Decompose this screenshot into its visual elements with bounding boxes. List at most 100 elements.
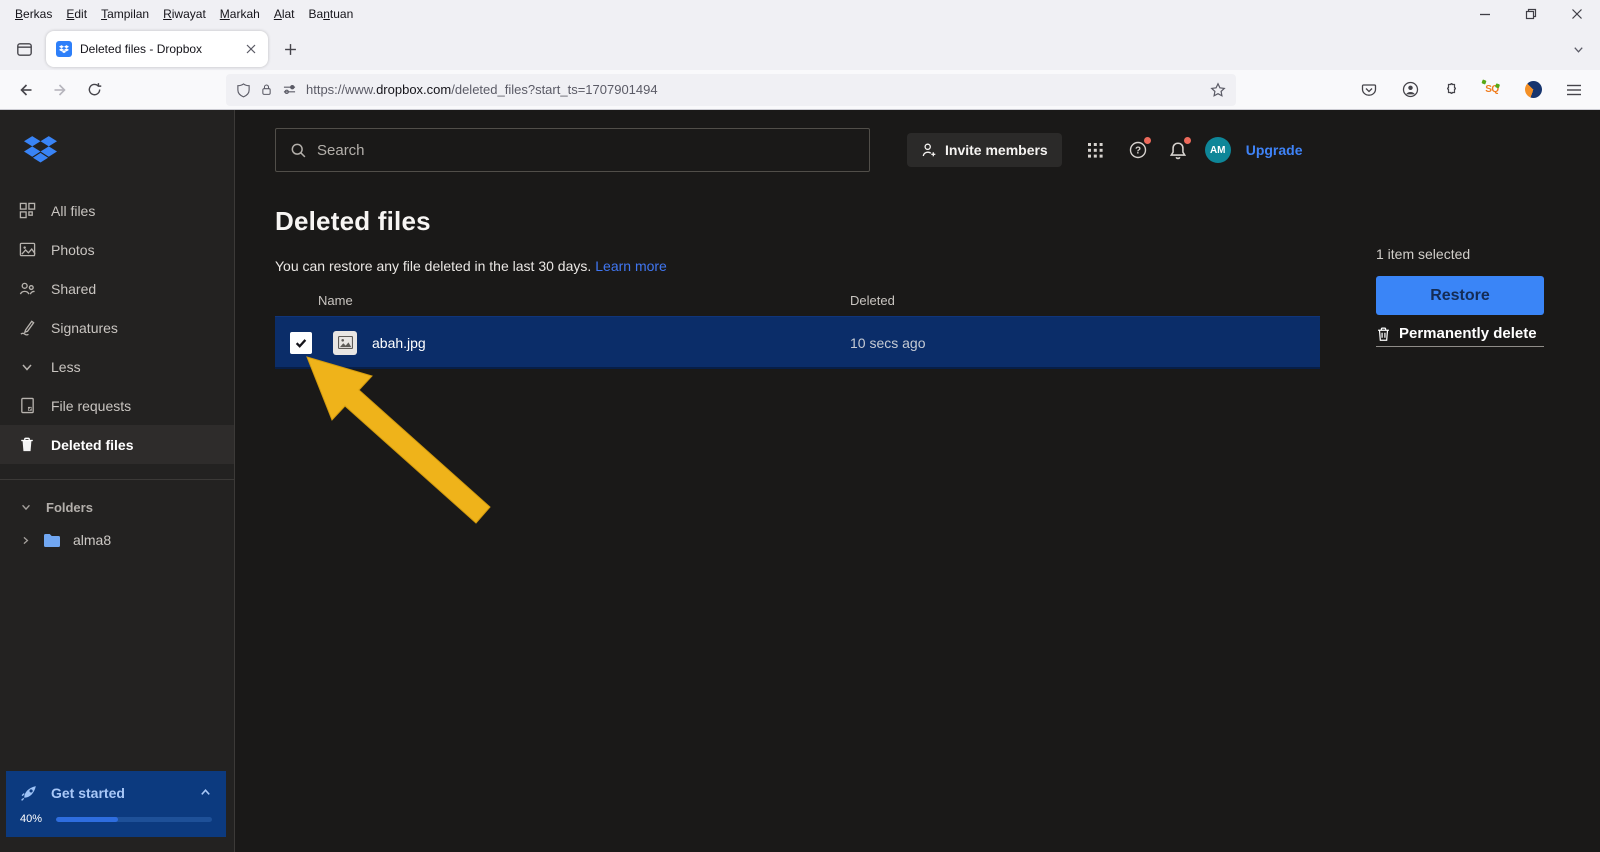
selection-panel: 1 item selected Restore Permanently dele… [1376, 246, 1544, 347]
sidebar-item-shared[interactable]: Shared [0, 269, 234, 308]
close-tab-button[interactable] [240, 38, 262, 60]
table-header: Name Deleted [275, 284, 1320, 316]
url-bar[interactable]: https://www.dropbox.com/deleted_files?st… [226, 74, 1236, 106]
progress-bar [56, 817, 212, 822]
dropbox-favicon-icon [56, 41, 72, 57]
folder-label: alma8 [73, 532, 111, 548]
sidebar-item-label: Shared [51, 281, 96, 297]
hamburger-menu-icon[interactable] [1558, 74, 1590, 106]
close-window-button[interactable] [1554, 0, 1600, 28]
sidebar-item-signatures[interactable]: Signatures [0, 308, 234, 347]
main-content: Invite members ? AM Upgrade Deleted file… [235, 110, 1600, 852]
shared-people-icon [18, 280, 36, 297]
extension-sq-icon[interactable]: SQ [1476, 74, 1508, 106]
menu-markah[interactable]: Markah [213, 3, 267, 25]
menu-alat[interactable]: Alat [267, 3, 302, 25]
signatures-pen-icon [18, 319, 36, 336]
deleted-files-table: Name Deleted abah.jpg 10 secs ago [275, 284, 1320, 369]
topbar-actions: Invite members ? AM Upgrade [907, 133, 1303, 167]
all-files-icon [18, 202, 36, 219]
extension-swirl-icon[interactable] [1517, 74, 1549, 106]
notification-dot [1144, 137, 1151, 144]
menu-bantuan[interactable]: Bantuan [302, 3, 361, 25]
svg-text:?: ? [1135, 146, 1141, 157]
forward-button[interactable] [44, 74, 76, 106]
sidebar-item-label: Signatures [51, 320, 118, 336]
firefox-view-button[interactable] [10, 35, 38, 63]
back-button[interactable] [10, 74, 42, 106]
extensions-puzzle-icon[interactable] [1435, 74, 1467, 106]
sidebar-item-file-requests[interactable]: File requests [0, 386, 234, 425]
browser-tab[interactable]: Deleted files - Dropbox [46, 31, 268, 67]
menu-tampilan[interactable]: Tampilan [94, 3, 156, 25]
help-icon[interactable]: ? [1124, 136, 1152, 164]
deleted-time: 10 secs ago [850, 335, 1320, 351]
invite-person-icon [921, 142, 937, 158]
file-requests-icon [18, 397, 36, 414]
menu-berkas[interactable]: Berkas [8, 3, 59, 25]
trash-icon [1376, 326, 1391, 342]
tab-title: Deleted files - Dropbox [80, 42, 232, 56]
sidebar-item-label: Deleted files [51, 437, 133, 453]
sidebar-item-deleted-files[interactable]: Deleted files [0, 425, 234, 464]
column-header-name[interactable]: Name [275, 293, 850, 308]
avatar[interactable]: AM [1205, 137, 1231, 163]
dropbox-logo[interactable] [0, 110, 234, 165]
url-text: https://www.dropbox.com/deleted_files?st… [306, 82, 1201, 97]
firefox-view-icon [16, 41, 33, 58]
search-box[interactable] [275, 128, 870, 172]
notification-dot [1184, 137, 1191, 144]
permanently-delete-button[interactable]: Permanently delete [1376, 325, 1544, 347]
folders-section-header[interactable]: Folders [0, 492, 234, 522]
sidebar-item-all-files[interactable]: All files [0, 191, 234, 230]
invite-members-label: Invite members [945, 142, 1048, 158]
new-tab-button[interactable] [276, 35, 304, 63]
search-input[interactable] [317, 142, 855, 159]
permissions-icon[interactable] [282, 83, 297, 96]
apps-grid-icon[interactable] [1082, 136, 1110, 164]
row-checkbox[interactable] [290, 332, 312, 354]
restore-button[interactable] [1508, 0, 1554, 28]
get-started-panel[interactable]: Get started 40% [6, 771, 226, 837]
tab-bar: Deleted files - Dropbox [0, 28, 1600, 70]
chevron-up-icon[interactable] [199, 786, 212, 799]
restore-button[interactable]: Restore [1376, 276, 1544, 315]
bookmark-star-icon[interactable] [1210, 82, 1226, 98]
description-text: You can restore any file deleted in the … [275, 258, 591, 274]
sidebar-item-label: Photos [51, 242, 95, 258]
search-icon [290, 142, 307, 159]
sidebar-item-less[interactable]: Less [0, 347, 234, 386]
sidebar-item-photos[interactable]: Photos [0, 230, 234, 269]
account-icon[interactable] [1394, 74, 1426, 106]
sidebar-item-label: Less [51, 359, 81, 375]
navigation-toolbar: https://www.dropbox.com/deleted_files?st… [0, 70, 1600, 110]
chevron-down-icon [20, 501, 32, 513]
permanently-delete-label: Permanently delete [1399, 325, 1537, 342]
chevron-right-icon[interactable] [20, 535, 31, 546]
column-header-deleted[interactable]: Deleted [850, 293, 1320, 308]
lock-icon[interactable] [260, 82, 273, 97]
pocket-icon[interactable] [1353, 74, 1385, 106]
photos-icon [18, 241, 36, 258]
window-controls [1462, 0, 1600, 28]
menu-edit[interactable]: Edit [59, 3, 94, 25]
sidebar-divider [0, 479, 234, 480]
bell-icon[interactable] [1164, 136, 1192, 164]
menu-bar: Berkas Edit Tampilan Riwayat Markah Alat… [0, 0, 1600, 28]
table-row[interactable]: abah.jpg 10 secs ago [275, 316, 1320, 369]
chevron-down-icon [18, 360, 36, 374]
learn-more-link[interactable]: Learn more [595, 258, 667, 274]
sidebar-item-label: All files [51, 203, 95, 219]
minimize-button[interactable] [1462, 0, 1508, 28]
page-topbar: Invite members ? AM Upgrade [275, 128, 1600, 172]
image-file-icon [333, 331, 357, 355]
invite-members-button[interactable]: Invite members [907, 133, 1062, 167]
reload-button[interactable] [78, 74, 110, 106]
sidebar-folder-alma8[interactable]: alma8 [0, 522, 234, 558]
browser-chrome: Berkas Edit Tampilan Riwayat Markah Alat… [0, 0, 1600, 110]
file-name[interactable]: abah.jpg [372, 335, 426, 351]
tracking-shield-icon[interactable] [236, 82, 251, 98]
menu-riwayat[interactable]: Riwayat [156, 3, 213, 25]
list-all-tabs-button[interactable] [1564, 35, 1592, 63]
upgrade-link[interactable]: Upgrade [1246, 142, 1303, 158]
